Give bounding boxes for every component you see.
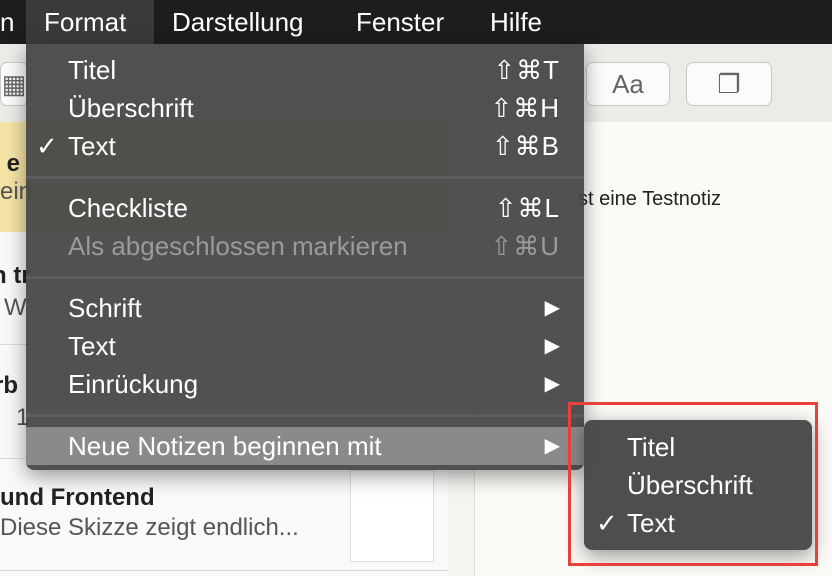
submenu-arrow-icon: ▶ xyxy=(544,297,560,319)
menu-item-als-abgeschlossen-markieren: Als abgeschlossen markieren ⇧⌘U xyxy=(26,227,584,265)
note-preview: W xyxy=(4,294,27,321)
menu-fenster[interactable]: Fenster xyxy=(356,0,444,44)
menu-bar: n Format Darstellung Fenster Hilfe xyxy=(0,0,832,44)
editor-text[interactable]: st eine Testnotiz xyxy=(578,188,721,211)
font-button[interactable]: Aa xyxy=(586,62,670,106)
submenu-arrow-icon: ▶ xyxy=(544,335,560,357)
menu-item-text-submenu[interactable]: Text ▶ xyxy=(26,327,584,365)
note-title[interactable]: t e xyxy=(0,150,20,178)
shortcut-label: ⇧⌘T xyxy=(493,55,560,85)
gallery-button[interactable]: ❐ xyxy=(686,62,772,106)
menu-separator xyxy=(26,414,584,417)
submenu-arrow-icon: ▶ xyxy=(544,373,560,395)
note-title[interactable]: und Frontend xyxy=(0,484,155,512)
menu-item-partial[interactable]: n xyxy=(0,0,22,44)
format-menu: Titel ⇧⌘T Überschrift ⇧⌘H ✓ Text ⇧⌘B Che… xyxy=(26,44,584,470)
menu-item-einrueckung[interactable]: Einrückung ▶ xyxy=(26,365,584,403)
menu-item-checkliste[interactable]: Checkliste ⇧⌘L xyxy=(26,189,584,227)
menu-darstellung[interactable]: Darstellung xyxy=(172,0,304,44)
menu-format[interactable]: Format xyxy=(26,0,154,44)
menu-item-label: Text xyxy=(68,331,116,361)
shortcut-label: ⇧⌘L xyxy=(494,193,560,223)
annotation-highlight-box xyxy=(568,402,818,566)
submenu-arrow-icon: ▶ xyxy=(544,435,560,457)
menu-item-titel[interactable]: Titel ⇧⌘T xyxy=(26,51,584,89)
checkmark-icon: ✓ xyxy=(36,131,58,161)
menu-item-ueberschrift[interactable]: Überschrift ⇧⌘H xyxy=(26,89,584,127)
menu-hilfe[interactable]: Hilfe xyxy=(490,0,542,44)
menu-item-label: Schrift xyxy=(68,293,142,323)
menu-item-label: Überschrift xyxy=(68,93,194,123)
gallery-icon: ❐ xyxy=(717,69,741,99)
grid-icon: ▦ xyxy=(1,69,27,99)
shortcut-label: ⇧⌘U xyxy=(490,231,560,261)
list-divider xyxy=(0,570,448,571)
menu-item-label: Als abgeschlossen markieren xyxy=(68,231,408,261)
menu-separator xyxy=(26,276,584,279)
menu-item-label: Text xyxy=(68,131,116,161)
note-title[interactable]: rb xyxy=(0,372,18,400)
shortcut-label: ⇧⌘B xyxy=(491,131,560,161)
menu-item-label: Einrückung xyxy=(68,369,199,399)
menu-item-schrift[interactable]: Schrift ▶ xyxy=(26,289,584,327)
menu-item-label: Neue Notizen beginnen mit xyxy=(68,431,382,461)
menu-item-label: Checkliste xyxy=(68,193,188,223)
shortcut-label: ⇧⌘H xyxy=(490,93,560,123)
menu-item-label: Titel xyxy=(68,55,117,85)
view-toggle-button[interactable]: ▦ xyxy=(0,62,28,106)
note-preview: Diese Skizze zeigt endlich... xyxy=(0,514,299,541)
menu-separator xyxy=(26,176,584,179)
menu-item-text[interactable]: ✓ Text ⇧⌘B xyxy=(26,127,584,165)
note-thumbnail xyxy=(350,470,434,562)
menu-item-neue-notizen-beginnen-mit[interactable]: Neue Notizen beginnen mit ▶ xyxy=(26,427,584,465)
